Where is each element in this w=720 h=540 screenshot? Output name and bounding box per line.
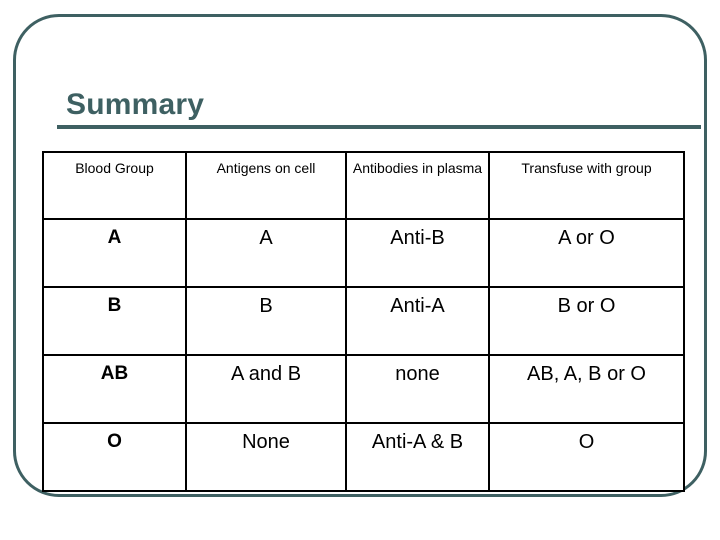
cell-blood-group: AB [42,354,187,424]
column-header-antigens-on-cell: Antigens on cell [185,151,347,220]
column-header-antibodies-in-plasma: Antibodies in plasma [345,151,490,220]
cell-antigens-on-cell: A [185,218,347,288]
table-header-row: Blood Group Antigens on cell Antibodies … [42,151,685,220]
column-header-transfuse-with-group: Transfuse with group [488,151,685,220]
cell-antigens-on-cell: A and B [185,354,347,424]
cell-antibodies-in-plasma: none [345,354,490,424]
cell-transfuse-with-group: B or O [488,286,685,356]
cell-antigens-on-cell: None [185,422,347,492]
title-underline-rule [57,125,701,129]
cell-transfuse-with-group: O [488,422,685,492]
cell-blood-group: A [42,218,187,288]
page-title: Summary [66,88,205,121]
cell-antigens-on-cell: B [185,286,347,356]
title-block: Summary [57,88,702,129]
cell-antibodies-in-plasma: Anti-B [345,218,490,288]
cell-antibodies-in-plasma: Anti-A & B [345,422,490,492]
cell-blood-group: B [42,286,187,356]
cell-antibodies-in-plasma: Anti-A [345,286,490,356]
cell-transfuse-with-group: A or O [488,218,685,288]
cell-blood-group: O [42,422,187,492]
column-header-blood-group: Blood Group [42,151,187,220]
cell-transfuse-with-group: AB, A, B or O [488,354,685,424]
table-row: B B Anti-A B or O [42,286,685,356]
table-row: AB A and B none AB, A, B or O [42,354,685,424]
table-row: A A Anti-B A or O [42,218,685,288]
blood-group-summary-table: Blood Group Antigens on cell Antibodies … [42,151,685,492]
table-row: O None Anti-A & B O [42,422,685,492]
